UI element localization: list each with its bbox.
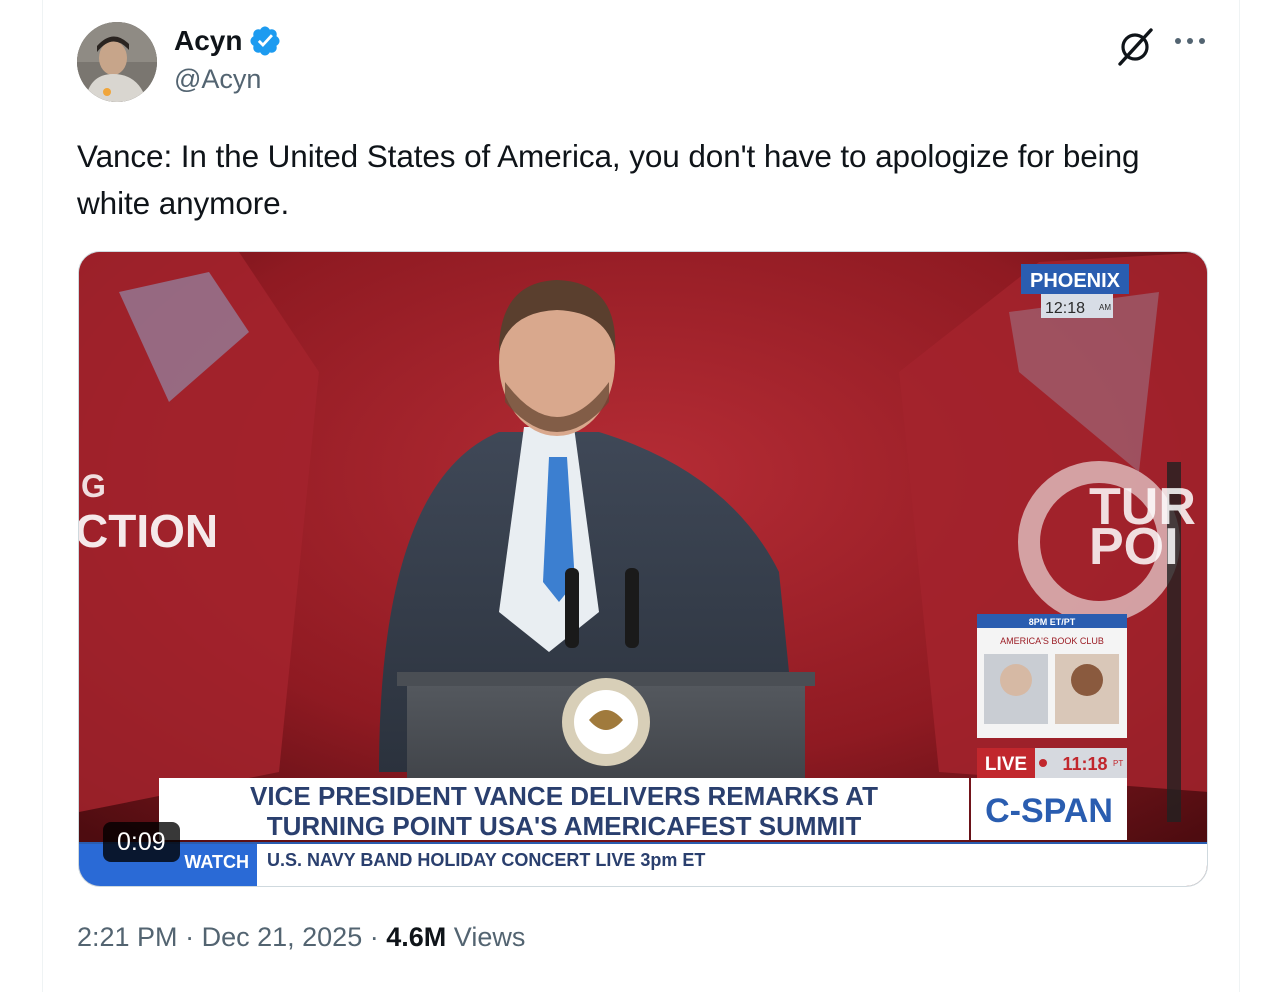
ticker-text: U.S. NAVY BAND HOLIDAY CONCERT LIVE 3pm … <box>267 850 705 870</box>
lower-third-line-2: TURNING POINT USA'S AMERICAFEST SUMMIT <box>267 811 862 841</box>
meta-separator: · <box>369 922 379 952</box>
meta-separator: · <box>185 922 195 952</box>
local-time: 12:18 <box>1045 300 1085 317</box>
tweet-text: Vance: In the United States of America, … <box>77 138 1140 221</box>
video-frame: G CTION TUR POI PHOENIX 12:18 AM 8PM ET/… <box>79 252 1207 886</box>
location-label: PHOENIX <box>1030 270 1121 292</box>
live-time-suffix: PT <box>1113 759 1123 768</box>
tweet-time[interactable]: 2:21 PM <box>77 922 178 952</box>
author-name[interactable]: Acyn <box>174 25 242 57</box>
verified-badge-icon[interactable] <box>248 24 282 58</box>
backdrop-left-text: CTION <box>79 505 218 557</box>
avatar[interactable] <box>77 22 157 102</box>
backdrop-left-top-text: G <box>81 468 106 504</box>
lower-third-line-1: VICE PRESIDENT VANCE DELIVERS REMARKS AT <box>250 781 878 811</box>
more-options-icon[interactable] <box>1170 26 1210 56</box>
views-count[interactable]: 4.6M <box>386 922 446 952</box>
promo-time: 8PM ET/PT <box>1029 617 1076 627</box>
local-time-suffix: AM <box>1099 303 1111 312</box>
ticker-label: WATCH <box>184 852 249 872</box>
live-time: 11:18 <box>1062 754 1107 774</box>
video-player[interactable]: G CTION TUR POI PHOENIX 12:18 AM 8PM ET/… <box>78 251 1208 887</box>
backdrop-right-text-2: POI <box>1089 518 1179 576</box>
live-label: LIVE <box>985 754 1027 775</box>
views-label[interactable]: Views <box>454 922 526 952</box>
avatar-image <box>77 22 157 102</box>
tweet-date[interactable]: Dec 21, 2025 <box>202 922 363 952</box>
promo-title: AMERICA'S BOOK CLUB <box>1000 636 1104 646</box>
author-handle[interactable]: @Acyn <box>174 64 261 95</box>
video-duration-badge: 0:09 <box>103 822 180 862</box>
author-name-row[interactable]: Acyn <box>174 24 282 58</box>
network-logo: C-SPAN <box>985 792 1113 830</box>
tweet-meta: 2:21 PM · Dec 21, 2025 · 4.6M Views <box>77 922 525 953</box>
grok-icon[interactable] <box>1114 24 1158 68</box>
